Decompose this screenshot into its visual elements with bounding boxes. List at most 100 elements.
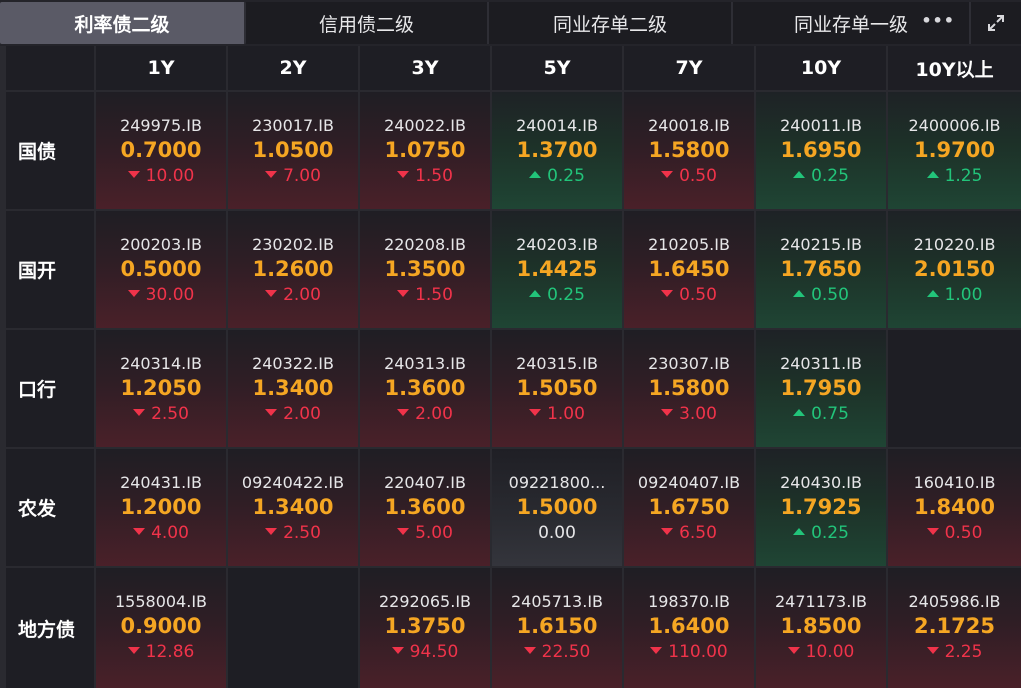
yield-value: 1.2000 (120, 495, 202, 519)
change-value: 110.00 (668, 642, 728, 662)
change-value: 6.50 (679, 523, 717, 543)
change-value: 7.00 (283, 166, 321, 186)
quote-cell[interactable]: 2405986.IB 2.1725 2.25 (888, 568, 1021, 688)
yield-value: 1.5050 (516, 376, 598, 400)
change-value: 1.25 (944, 166, 983, 186)
yield-change: 0.25 (756, 166, 886, 186)
bond-code: 210205.IB (648, 235, 730, 254)
quote-cell[interactable]: 240431.IB 1.2000 4.00 (96, 449, 226, 566)
arrow-down-icon (661, 408, 674, 416)
yield-change: 0.25 (492, 285, 622, 305)
quote-cell[interactable]: 2471173.IB 1.8500 10.00 (756, 568, 886, 688)
quote-cell[interactable]: 2292065.IB 1.3750 94.50 (360, 568, 490, 688)
quote-cell[interactable]: 240315.IB 1.5050 1.00 (492, 330, 622, 447)
change-value: 2.50 (151, 404, 189, 424)
bond-code: 240203.IB (516, 235, 598, 254)
quote-cell[interactable]: 220208.IB 1.3500 1.50 (360, 211, 490, 328)
bond-code: 2405713.IB (510, 592, 604, 611)
quote-cell[interactable]: 240322.IB 1.3400 2.00 (228, 330, 358, 447)
arrow-down-icon (397, 170, 410, 178)
yield-value: 1.8400 (913, 495, 996, 519)
yield-change: 30.00 (96, 285, 226, 305)
bond-code: 240314.IB (120, 354, 202, 373)
quote-cell[interactable]: 240203.IB 1.4425 0.25 (492, 211, 622, 328)
column-header[interactable]: 2Y (228, 46, 358, 90)
change-value: 1.00 (547, 404, 585, 424)
ellipsis-icon[interactable]: ••• (921, 11, 955, 30)
quote-cell[interactable]: 240313.IB 1.3600 2.00 (360, 330, 490, 447)
bond-code: 220208.IB (384, 235, 466, 254)
quote-cell[interactable]: 230017.IB 1.0500 7.00 (228, 92, 358, 209)
quote-cell[interactable]: 220407.IB 1.3600 5.00 (360, 449, 490, 566)
yield-value: 1.5800 (648, 376, 730, 400)
bond-code: 2405986.IB (908, 592, 1001, 611)
quote-cell[interactable]: 240311.IB 1.7950 0.75 (756, 330, 886, 447)
yield-change: 6.50 (624, 523, 754, 543)
bond-code: 240311.IB (780, 354, 862, 373)
quote-cell[interactable]: 230307.IB 1.5800 3.00 (624, 330, 754, 447)
column-header[interactable]: 1Y (96, 46, 226, 90)
arrow-up-icon (793, 408, 806, 416)
quote-cell[interactable]: 230202.IB 1.2600 2.00 (228, 211, 358, 328)
quote-cell[interactable]: 210220.IB 2.0150 1.00 (888, 211, 1021, 328)
bond-code: 240431.IB (120, 473, 202, 492)
arrow-down-icon (523, 646, 536, 654)
quote-cell[interactable]: 160410.IB 1.8400 0.50 (888, 449, 1021, 566)
quote-cell[interactable]: 09240407.IB 1.6750 6.50 (624, 449, 754, 566)
quote-cell[interactable]: 198370.IB 1.6400 110.00 (624, 568, 754, 688)
quote-cell[interactable]: 240215.IB 1.7650 0.50 (756, 211, 886, 328)
column-header[interactable]: 10Y (756, 46, 886, 90)
quote-cell[interactable]: 1558004.IB 0.9000 12.86 (96, 568, 226, 688)
bond-code: 230307.IB (648, 354, 730, 373)
arrow-down-icon (127, 289, 140, 297)
yield-value: 2.1725 (913, 614, 996, 638)
quote-cell[interactable]: 240022.IB 1.0750 1.50 (360, 92, 490, 209)
change-value: 0.25 (811, 523, 849, 543)
yield-change: 1.50 (360, 285, 490, 305)
tab-ncd-primary[interactable]: 同业存单一级 ••• (733, 2, 971, 44)
arrow-down-icon (661, 527, 674, 535)
change-value: 0.00 (538, 523, 576, 543)
arrow-down-icon (265, 408, 278, 416)
yield-value: 1.2050 (120, 376, 202, 400)
tab-ncd-secondary[interactable]: 同业存单二级 (489, 2, 733, 44)
arrow-up-icon (529, 289, 542, 297)
yield-value: 1.6450 (648, 257, 730, 281)
tab-rate-bond-secondary[interactable]: 利率债二级 (0, 2, 246, 44)
yield-change: 0.00 (492, 523, 622, 543)
quote-cell[interactable]: 09221800... 1.5000 0.00 (492, 449, 622, 566)
yield-change: 94.50 (360, 642, 490, 662)
quote-cell[interactable]: 249975.IB 0.7000 10.00 (96, 92, 226, 209)
quote-cell[interactable]: 2405713.IB 1.6150 22.50 (492, 568, 622, 688)
change-value: 0.50 (811, 285, 849, 305)
yield-value: 1.0500 (252, 138, 334, 162)
expand-icon[interactable] (971, 2, 1021, 44)
tab-credit-bond-secondary[interactable]: 信用债二级 (246, 2, 489, 44)
yield-value: 1.3400 (252, 495, 334, 519)
change-value: 0.50 (679, 285, 717, 305)
quote-cell[interactable]: 240430.IB 1.7925 0.25 (756, 449, 886, 566)
quote-cell[interactable]: 200203.IB 0.5000 30.00 (96, 211, 226, 328)
tab-bar: 利率债二级 信用债二级 同业存单二级 同业存单一级 ••• (0, 0, 1021, 46)
quote-cell[interactable]: 240014.IB 1.3700 0.25 (492, 92, 622, 209)
quote-cell[interactable]: 240011.IB 1.6950 0.25 (756, 92, 886, 209)
change-value: 2.00 (283, 404, 321, 424)
quote-cell[interactable]: 09240422.IB 1.3400 2.50 (228, 449, 358, 566)
arrow-down-icon (265, 289, 278, 297)
column-header[interactable]: 10Y以上 (888, 46, 1021, 90)
yield-change: 7.00 (228, 166, 358, 186)
yield-value: 1.5800 (648, 138, 730, 162)
quote-cell[interactable]: 240018.IB 1.5800 0.50 (624, 92, 754, 209)
yield-value: 2.0150 (913, 257, 996, 281)
column-header[interactable]: 7Y (624, 46, 754, 90)
column-header[interactable]: 5Y (492, 46, 622, 90)
yield-value: 1.6750 (648, 495, 730, 519)
quote-cell[interactable]: 240314.IB 1.2050 2.50 (96, 330, 226, 447)
quote-cell (888, 330, 1021, 447)
quote-cell[interactable]: 2400006.IB 1.9700 1.25 (888, 92, 1021, 209)
arrow-down-icon (926, 527, 939, 535)
tab-label: 利率债二级 (74, 13, 170, 36)
column-header[interactable]: 3Y (360, 46, 490, 90)
quote-cell[interactable]: 210205.IB 1.6450 0.50 (624, 211, 754, 328)
bond-code: 240430.IB (780, 473, 862, 492)
